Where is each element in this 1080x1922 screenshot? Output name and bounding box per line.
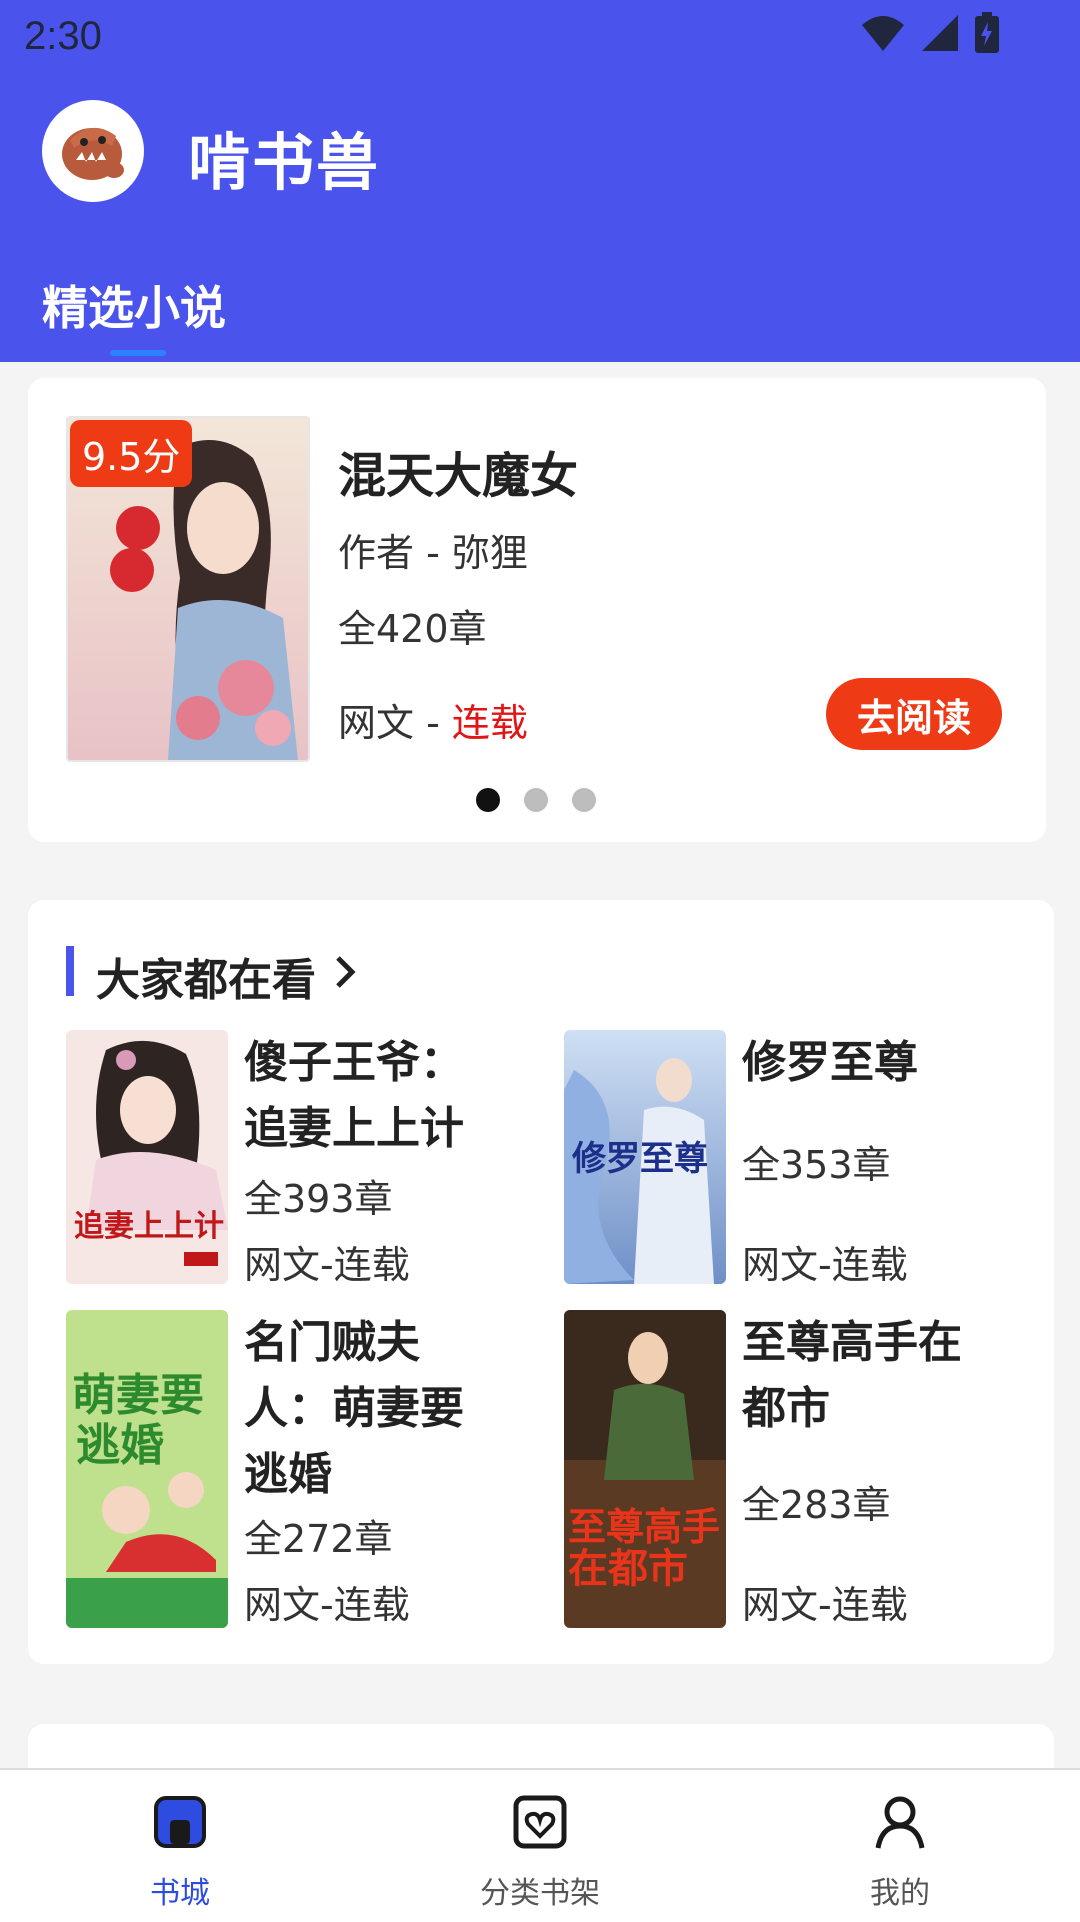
- nav-label: 书城: [150, 1876, 210, 1911]
- bottom-nav: 书城 分类书架 我的: [0, 1768, 1080, 1922]
- banner-book-cover[interactable]: 9.5分: [66, 416, 310, 762]
- popular-section: 大家都在看 追妻上上计 傻子王爷：追妻上上计 全393章 网文-连载 修罗至尊 …: [28, 900, 1054, 1664]
- book-title[interactable]: 修罗至尊: [742, 1030, 982, 1096]
- book-cover[interactable]: 萌妻要 逃婚: [66, 1310, 228, 1628]
- banner-book-author: 作者 - 弥狸: [338, 531, 528, 575]
- section-accent-bar: [66, 946, 74, 996]
- book-title[interactable]: 至尊高手在都市: [742, 1310, 982, 1442]
- banner-category: 网文 -: [338, 701, 452, 745]
- book-city-icon: [154, 1796, 206, 1848]
- svg-text:在都市: 在都市: [568, 1546, 688, 1592]
- book-cover[interactable]: 修罗至尊: [564, 1030, 726, 1284]
- signal-icon: [922, 15, 958, 51]
- read-button[interactable]: 去阅读: [826, 678, 1002, 750]
- chevron-right-icon[interactable]: [334, 954, 358, 990]
- book-chapters: 全353章: [742, 1143, 891, 1187]
- app-header: 2:30 啃书兽 精选小说: [0, 0, 1080, 362]
- book-chapters: 全272章: [244, 1517, 393, 1561]
- book-status: 网文-连载: [742, 1583, 908, 1627]
- book-status: 网文-连载: [244, 1243, 410, 1287]
- svg-text:修罗至尊: 修罗至尊: [571, 1139, 708, 1179]
- section-title[interactable]: 大家都在看: [96, 944, 316, 1008]
- book-item[interactable]: 萌妻要 逃婚 名门贼夫人：萌妻要逃婚 全272章 网文-连载: [66, 1310, 506, 1630]
- nav-label: 我的: [870, 1876, 930, 1911]
- svg-text:逃婚: 逃婚: [76, 1420, 164, 1471]
- carousel-dot[interactable]: [572, 788, 596, 812]
- book-chapters: 全283章: [742, 1483, 891, 1527]
- bookshelf-heart-icon: [513, 1795, 567, 1849]
- svg-text:追妻上上计: 追妻上上计: [74, 1209, 224, 1244]
- nav-label: 分类书架: [480, 1876, 600, 1911]
- book-chapters: 全393章: [244, 1177, 393, 1221]
- banner-book-chapters: 全420章: [338, 607, 487, 651]
- status-time: 2:30: [24, 14, 102, 58]
- svg-text:至尊高手: 至尊高手: [568, 1505, 720, 1549]
- book-item[interactable]: 至尊高手 在都市 至尊高手在都市 全283章 网文-连载: [564, 1310, 1004, 1630]
- app-title: 啃书兽: [188, 126, 381, 199]
- banner-book-title[interactable]: 混天大魔女: [338, 436, 578, 506]
- book-status: 网文-连载: [742, 1243, 908, 1287]
- user-icon: [875, 1796, 925, 1849]
- book-item[interactable]: 追妻上上计 傻子王爷：追妻上上计 全393章 网文-连载: [66, 1030, 506, 1287]
- book-status: 网文-连载: [244, 1583, 410, 1627]
- svg-text:萌妻要: 萌妻要: [72, 1370, 204, 1421]
- tab-featured-novels[interactable]: 精选小说: [42, 272, 226, 338]
- book-title[interactable]: 名门贼夫人：萌妻要逃婚: [244, 1310, 484, 1508]
- book-item[interactable]: 修罗至尊 修罗至尊 全353章 网文-连载: [564, 1030, 1004, 1287]
- book-title[interactable]: 傻子王爷：追妻上上计: [244, 1030, 484, 1162]
- carousel-dot[interactable]: [476, 788, 500, 812]
- nav-item-book-city[interactable]: 书城: [80, 1770, 280, 1922]
- nav-item-bookshelf[interactable]: 分类书架: [440, 1770, 640, 1922]
- book-cover[interactable]: 至尊高手 在都市: [564, 1310, 726, 1628]
- app-logo: [42, 100, 144, 202]
- nav-item-mine[interactable]: 我的: [800, 1770, 1000, 1922]
- banner-book-status: 网文 - 连载: [338, 692, 528, 747]
- status-icons: [860, 12, 1000, 54]
- wifi-icon: [862, 16, 904, 51]
- carousel-indicator: [476, 788, 596, 812]
- tab-indicator: [110, 350, 166, 356]
- book-cover[interactable]: 追妻上上计: [66, 1030, 228, 1284]
- carousel-dot[interactable]: [524, 788, 548, 812]
- battery-icon: [975, 12, 999, 53]
- banner-serial-status: 连载: [451, 701, 528, 745]
- score-badge: 9.5分: [70, 420, 193, 487]
- featured-banner[interactable]: 9.5分 混天大魔女 作者 - 弥狸 全420章 网文 - 连载 去阅读: [28, 378, 1046, 842]
